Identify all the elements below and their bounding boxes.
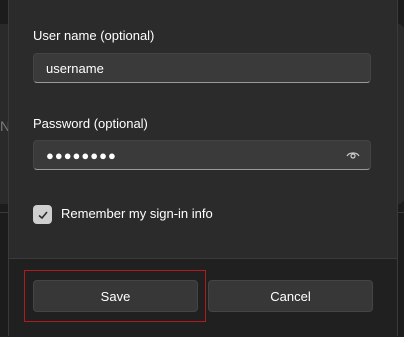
password-input[interactable]: ●●●●●●●●: [33, 140, 371, 170]
password-label: Password (optional): [33, 116, 148, 131]
cancel-button[interactable]: Cancel: [208, 280, 373, 312]
password-value: ●●●●●●●●: [46, 147, 117, 163]
dialog-footer: Save Cancel: [9, 258, 397, 337]
checkmark-icon: [37, 210, 48, 219]
username-input[interactable]: username: [33, 53, 371, 83]
save-button[interactable]: Save: [33, 280, 198, 312]
credentials-dialog: User name (optional) username Password (…: [8, 0, 398, 337]
eye-icon[interactable]: [346, 148, 360, 162]
username-label: User name (optional): [33, 28, 155, 43]
remember-label: Remember my sign-in info: [61, 206, 213, 221]
remember-checkbox[interactable]: [33, 205, 52, 224]
username-value: username: [46, 60, 104, 76]
